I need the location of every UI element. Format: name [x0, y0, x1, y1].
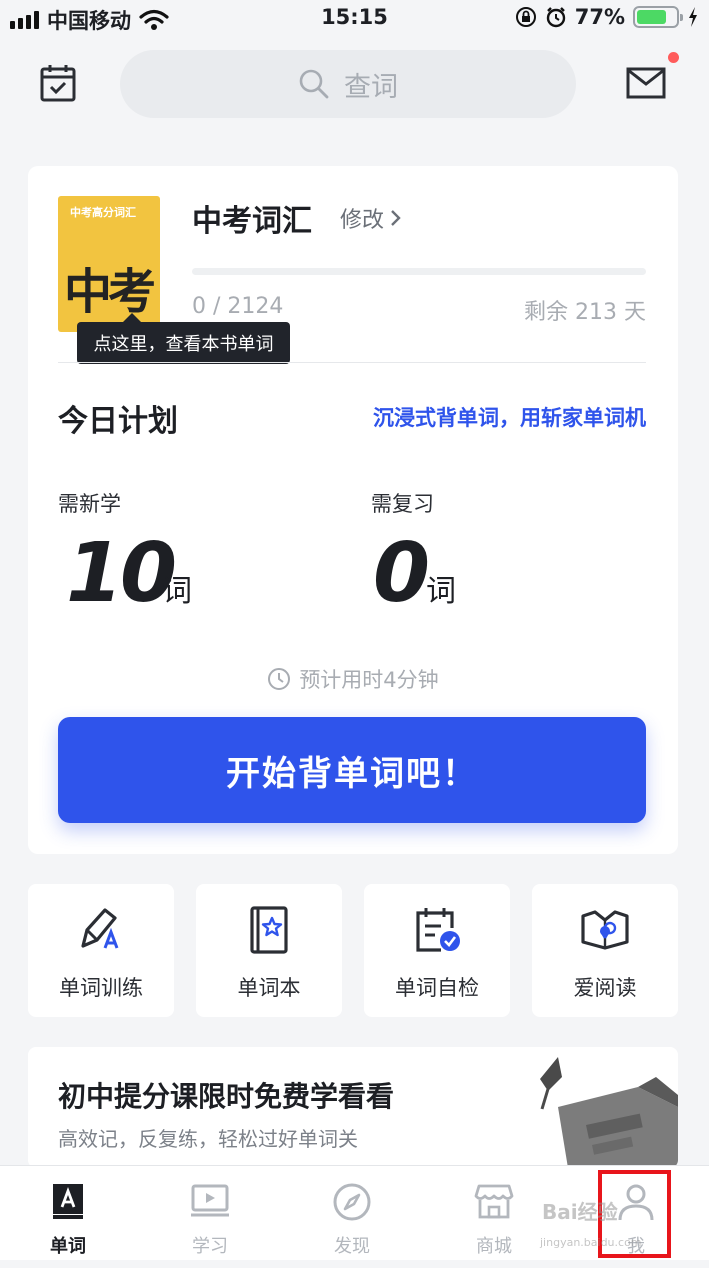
book-cover[interactable]: 中考高分词汇 中考 — [58, 196, 160, 332]
tile-label: 单词自检 — [395, 976, 479, 1000]
status-bar: 中国移动 15:15 77% — [0, 0, 709, 36]
course-promo-banner[interactable]: 初中提分课限时免费学看看 高效记，反复练，轻松过好单词关 — [28, 1047, 678, 1168]
scroll-illustration-icon — [540, 1057, 678, 1168]
tab-label: 商城 — [476, 1236, 512, 1257]
calendar-check-icon[interactable] — [40, 64, 76, 102]
tile-self-check[interactable]: 单词自检 — [364, 884, 510, 1017]
days-left: 剩余 213 天 — [524, 300, 646, 325]
start-learning-button[interactable]: 开始背单词吧！ — [58, 717, 646, 823]
wordbook-icon — [250, 906, 288, 954]
review-words-unit: 词 — [426, 574, 456, 609]
tile-label: 单词本 — [237, 976, 301, 1000]
tab-label: 发现 — [334, 1236, 370, 1257]
store-icon — [474, 1184, 514, 1219]
bottom-strip — [0, 1260, 709, 1268]
estimated-time-text: 预计用时4分钟 — [299, 668, 439, 692]
tab-label: 学习 — [192, 1236, 228, 1257]
book-title: 中考词汇 — [192, 204, 312, 239]
calendar-check-icon — [416, 908, 460, 952]
review-words-count: 0 — [373, 526, 430, 621]
new-words-label: 需新学 — [58, 492, 121, 516]
new-words-unit: 词 — [162, 574, 192, 609]
tile-reading[interactable]: 爱阅读 — [532, 884, 678, 1017]
plan-card: 中考高分词汇 中考 中考词汇 修改 0 / 2124 剩余 213 天 点这里，… — [28, 166, 678, 854]
compass-icon — [333, 1183, 371, 1221]
tab-words[interactable]: 单词 — [13, 1166, 123, 1261]
alarm-icon — [546, 7, 565, 28]
watermark-logo: Bai经验 — [542, 1200, 618, 1224]
divider — [58, 362, 646, 363]
open-book-icon — [581, 910, 629, 950]
promo-link[interactable]: 沉浸式背单词，用斩家单词机 — [373, 402, 646, 432]
word-tab-icon — [53, 1184, 83, 1219]
review-words-label: 需复习 — [371, 492, 434, 516]
tab-discover[interactable]: 发现 — [297, 1166, 407, 1261]
mail-icon[interactable] — [626, 66, 666, 100]
search-placeholder: 查词 — [344, 71, 398, 103]
charging-icon — [689, 7, 697, 27]
tile-word-training[interactable]: 单词训练 — [28, 884, 174, 1017]
tab-label: 单词 — [50, 1236, 86, 1257]
status-right: 77% — [515, 5, 699, 29]
book-tooltip[interactable]: 点这里，查看本书单词 — [77, 313, 290, 364]
chevron-right-icon — [391, 210, 401, 226]
book-cover-title: 中考高分词汇 — [70, 206, 136, 219]
edit-book-button[interactable]: 修改 — [340, 202, 402, 234]
clock-icon — [268, 668, 291, 690]
search-input[interactable]: 查词 — [120, 50, 576, 118]
battery-fill — [637, 10, 667, 24]
promo-subtitle: 高效记，反复练，轻松过好单词关 — [58, 1127, 358, 1151]
book-progress-bar — [192, 268, 646, 275]
book-cover-big-text: 中考 — [64, 264, 156, 320]
orientation-lock-icon — [515, 7, 536, 27]
estimated-time: 预计用时4分钟 — [28, 664, 678, 694]
notification-dot — [668, 52, 679, 63]
tile-wordbook[interactable]: 单词本 — [196, 884, 342, 1017]
tab-store[interactable]: 商城 — [439, 1166, 549, 1261]
battery-percent: 77% — [574, 5, 625, 29]
new-words-count: 10 — [66, 526, 177, 621]
edit-label: 修改 — [340, 208, 385, 233]
plan-title: 今日计划 — [58, 404, 178, 439]
promo-title: 初中提分课限时免费学看看 — [58, 1080, 395, 1113]
tile-label: 爱阅读 — [573, 976, 637, 1000]
pencil-icon — [81, 908, 119, 949]
tile-label: 单词训练 — [59, 976, 143, 1000]
battery-icon — [633, 6, 683, 28]
search-icon — [299, 69, 329, 99]
progress-count: 0 / 2124 — [192, 294, 284, 319]
video-icon — [191, 1184, 229, 1217]
watermark-url: jingyan.baidu.com — [540, 1236, 642, 1249]
tab-study[interactable]: 学习 — [155, 1166, 265, 1261]
